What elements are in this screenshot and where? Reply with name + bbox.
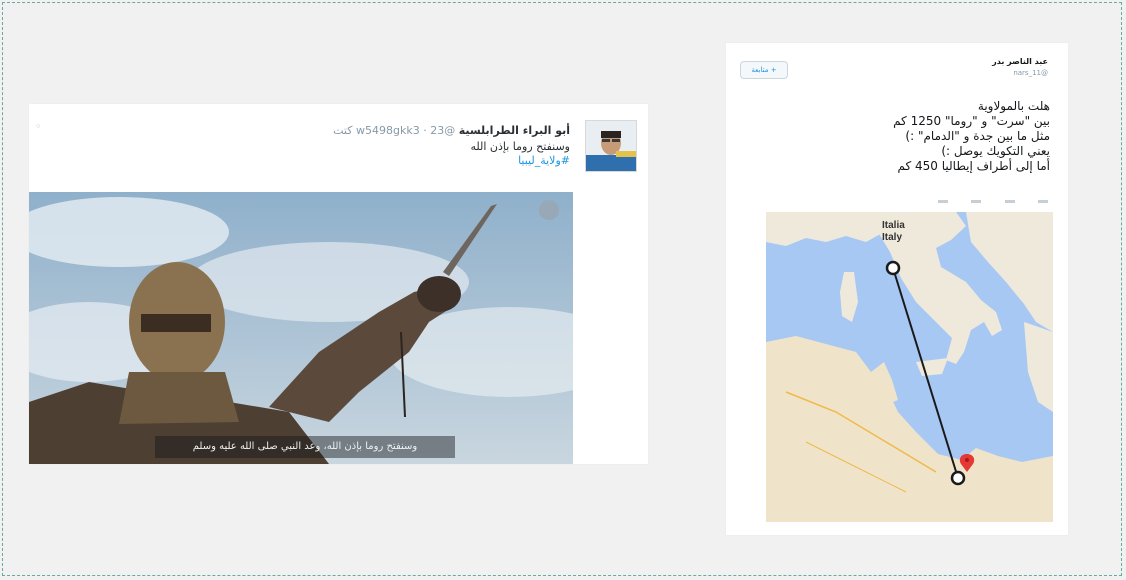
- watermark-icon: [539, 200, 559, 220]
- tweet-menu-icon[interactable]: ◦: [35, 120, 42, 133]
- map-graphic: [766, 212, 1053, 522]
- tweet-line: بين "سرت" و "روما" 1250 كم: [893, 114, 1050, 128]
- tweet-author[interactable]: عبد الناصر بدر @nars_11: [992, 57, 1048, 77]
- tweet-line: وسنفتح روما بإذن الله: [470, 140, 570, 153]
- tweet-video[interactable]: وسنفتح روما بإذن الله، وعد النبي صلى الل…: [29, 192, 573, 464]
- tweet-line: مثل ما بين جدة و "الدمام" :): [905, 129, 1050, 143]
- video-subtitle: وسنفتح روما بإذن الله، وعد النبي صلى الل…: [155, 436, 455, 458]
- avatar-image: [586, 121, 636, 171]
- avatar[interactable]: [585, 120, 637, 172]
- video-frame-image: [29, 192, 573, 464]
- map-label-italia: Italia: [882, 220, 905, 231]
- tweet-line: أما إلى أطراف إيطاليا 450 كم: [897, 159, 1050, 173]
- tweet-line: هلت بالمولاوية: [977, 99, 1050, 113]
- tweet-card-right[interactable]: متابعة + عبد الناصر بدر @nars_11 هلت بال…: [726, 43, 1068, 535]
- map-label-italy: Italy: [882, 232, 903, 243]
- author-name[interactable]: عبد الناصر بدر: [992, 57, 1048, 66]
- more-icon[interactable]: [1037, 199, 1048, 203]
- tweet-header: أبو البراء الطرابلسية @w5498gkk3 · 23 كت…: [333, 124, 570, 137]
- tweet-actions: [938, 197, 1048, 205]
- hashtag-link[interactable]: #ولاية_ليبيا: [170, 154, 570, 168]
- map-image[interactable]: Italia Italy: [766, 212, 1053, 522]
- like-icon[interactable]: [1004, 199, 1015, 203]
- tweet-text: وسنفتح روما بإذن الله #ولاية_ليبيا: [170, 140, 570, 168]
- user-name[interactable]: أبو البراء الطرابلسية: [459, 124, 570, 137]
- reply-icon[interactable]: [938, 199, 948, 203]
- tweet-card-left[interactable]: ◦ أبو البراء الطرابلسية @w5498gkk3 · 23 …: [29, 104, 648, 464]
- retweet-icon[interactable]: [971, 199, 982, 203]
- author-handle[interactable]: @nars_11: [992, 69, 1048, 77]
- tweet-line: يعني التكويك يوصل :): [941, 144, 1050, 158]
- follow-button[interactable]: متابعة +: [740, 61, 788, 79]
- tweet-text: هلت بالمولاوية بين "سرت" و "روما" 1250 ك…: [750, 99, 1050, 174]
